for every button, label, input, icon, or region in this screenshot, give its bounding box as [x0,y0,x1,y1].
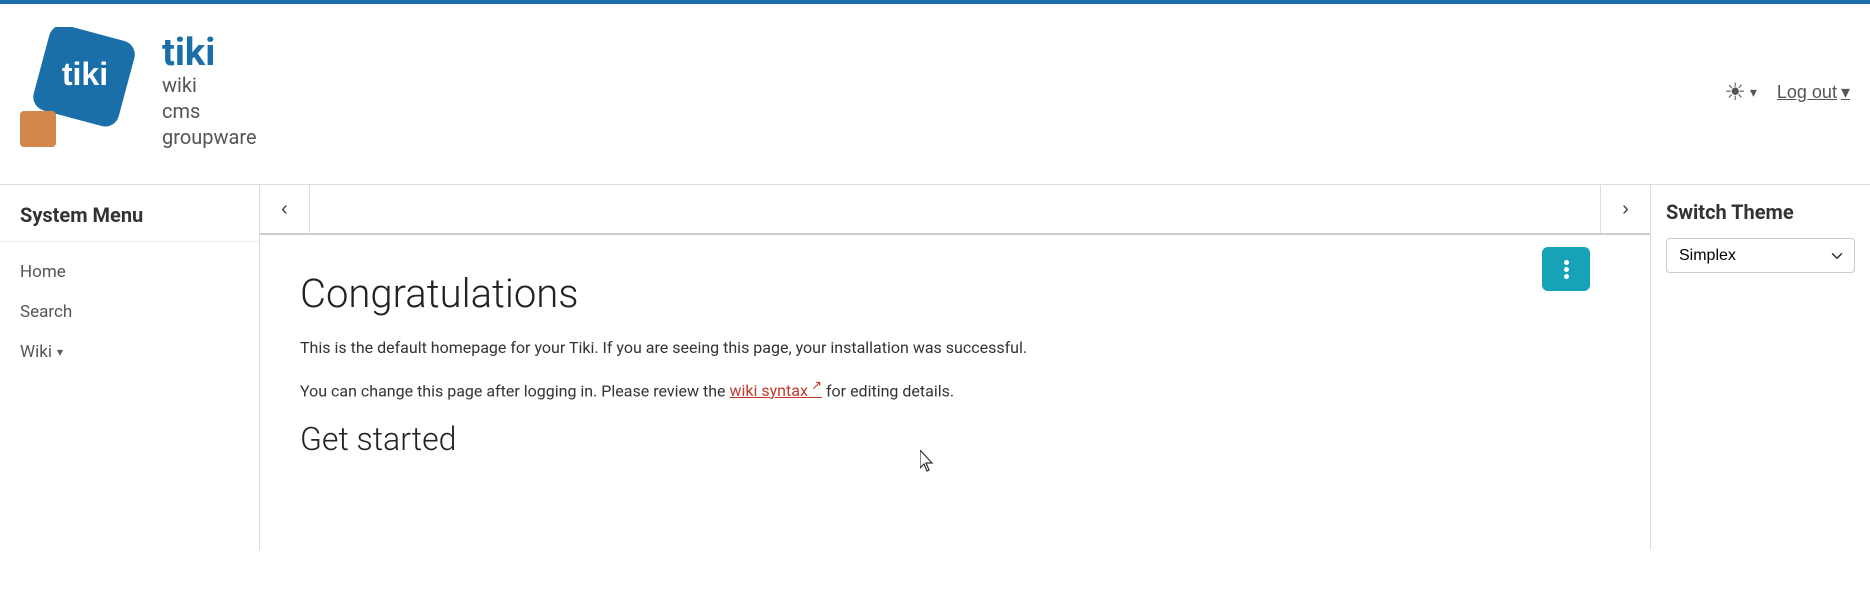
actions-menu-button[interactable] [1542,247,1590,291]
page-title: Congratulations [300,270,1610,317]
theme-toggle-button[interactable]: ☀ ▾ [1724,78,1757,107]
top-accent-bar [0,0,1870,4]
wiki-chevron-icon: ▾ [57,345,63,359]
sidebar-item-wiki[interactable]: Wiki ▾ [0,332,259,372]
sidebar-nav: Home Search Wiki ▾ [0,242,259,382]
sidebar-link-search[interactable]: Search [20,302,72,322]
sidebar-title: System Menu [0,195,259,242]
logo-text: tiki wiki cms groupware [162,34,257,150]
logout-arrow-icon: ▾ [1841,82,1850,103]
nav-next-button[interactable]: › [1600,185,1650,233]
link-pre-text: You can change this page after logging i… [300,381,729,400]
sidebar-link-home[interactable]: Home [20,262,66,282]
chevron-left-icon: ‹ [281,198,288,221]
chevron-right-icon: › [1622,198,1629,221]
logo-badge-icon [20,111,56,147]
logo-subtext: wiki cms groupware [162,72,257,150]
logo-brand: tiki [162,34,257,72]
congrats-link-line: You can change this page after logging i… [300,377,1200,404]
main-layout: System Menu Home Search Wiki ▾ ‹ [0,185,1870,550]
wiki-syntax-link[interactable]: wiki syntax ↗ [729,381,822,400]
switch-theme-title: Switch Theme [1666,200,1855,224]
logo-area: tiki tiki wiki cms groupware [20,27,257,157]
congrats-description: This is the default homepage for your Ti… [300,335,1150,361]
content-wrapper: ‹ › Congratulatio [260,185,1650,550]
right-panel: Switch Theme Simplex Default Cerulean Co… [1650,185,1870,550]
external-link-icon: ↗ [808,379,822,394]
sidebar: System Menu Home Search Wiki ▾ [0,185,260,550]
theme-select[interactable]: Simplex Default Cerulean Cosmo Cyborg Da… [1666,238,1855,273]
logout-label: Log out [1777,82,1837,103]
sidebar-item-search[interactable]: Search [0,292,259,332]
top-right-controls: ☀ ▾ Log out ▾ [1724,78,1850,107]
top-bar: tiki tiki wiki cms groupware ☀ ▾ Log out… [0,0,1870,185]
nav-spacer [310,185,1600,233]
sidebar-link-wiki[interactable]: Wiki [20,342,52,362]
kebab-icon [1564,260,1569,279]
get-started-heading: Get started [300,420,1610,458]
logout-button[interactable]: Log out ▾ [1777,82,1850,103]
nav-bar: ‹ › [260,185,1650,235]
nav-prev-button[interactable]: ‹ [260,185,310,233]
svg-text:tiki: tiki [62,56,108,92]
link-post-text: for editing details. [822,381,954,400]
chevron-down-icon: ▾ [1750,84,1757,101]
content-area: Congratulations This is the default home… [260,235,1650,550]
sidebar-item-home[interactable]: Home [0,252,259,292]
sun-icon: ☀ [1724,78,1746,107]
